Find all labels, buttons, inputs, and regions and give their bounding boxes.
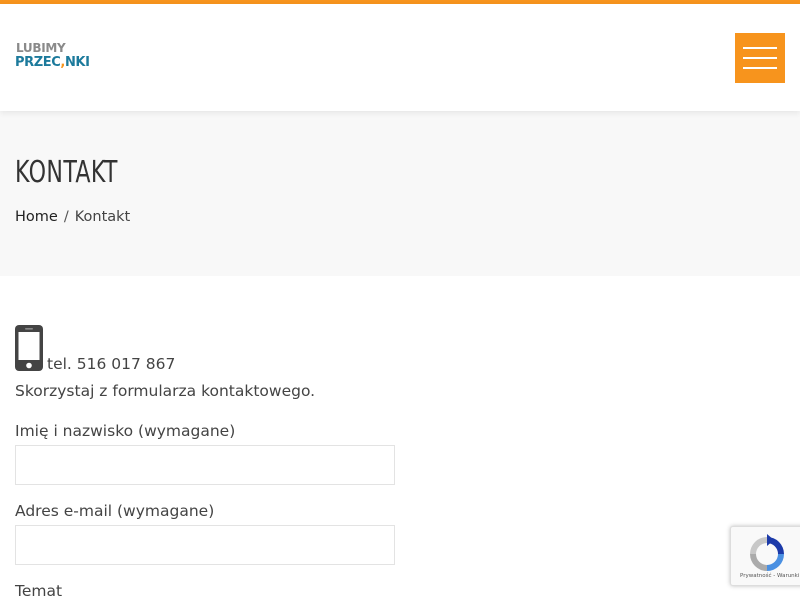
email-field[interactable]: [15, 525, 395, 565]
hamburger-icon-bar: [743, 67, 777, 69]
recaptcha-icon: [750, 534, 784, 571]
name-field[interactable]: [15, 445, 395, 485]
mobile-phone-icon: [15, 325, 43, 371]
logo-text-top: LUBIMY: [16, 41, 66, 55]
email-field-label: Adres e-mail (wymagane): [15, 502, 215, 520]
phone-number[interactable]: tel. 516 017 867: [47, 355, 175, 373]
logo-text-part-a: PRZEC: [15, 55, 61, 70]
hamburger-icon: [743, 47, 777, 49]
contact-content: tel. 516 017 867 Skorzystaj z formularza…: [15, 325, 785, 600]
name-field-label: Imię i nazwisko (wymagane): [15, 422, 236, 440]
menu-toggle-button[interactable]: [735, 33, 785, 83]
breadcrumb: Home / Kontakt: [15, 209, 130, 225]
breadcrumb-separator: /: [63, 209, 69, 225]
breadcrumb-home-link[interactable]: Home: [15, 209, 58, 225]
site-header: LUBIMY PRZEC,NKI: [0, 4, 800, 111]
page-title: KONTAKT: [15, 155, 118, 190]
recaptcha-links[interactable]: Prywatność - Warunki: [740, 573, 799, 579]
logo-text-bottom: PRZEC,NKI: [15, 55, 90, 71]
site-logo[interactable]: LUBIMY PRZEC,NKI: [15, 41, 95, 77]
breadcrumb-current: Kontakt: [74, 209, 131, 225]
logo-text-part-b: NKI: [64, 55, 90, 70]
hamburger-icon-bar: [743, 57, 777, 59]
page-banner: KONTAKT Home / Kontakt: [0, 111, 800, 276]
phone-row: tel. 516 017 867: [15, 325, 785, 375]
contact-intro-text: Skorzystaj z formularza kontaktowego.: [15, 382, 316, 400]
subject-field-label: Temat: [15, 582, 63, 600]
recaptcha-badge[interactable]: Prywatność - Warunki: [730, 526, 800, 586]
